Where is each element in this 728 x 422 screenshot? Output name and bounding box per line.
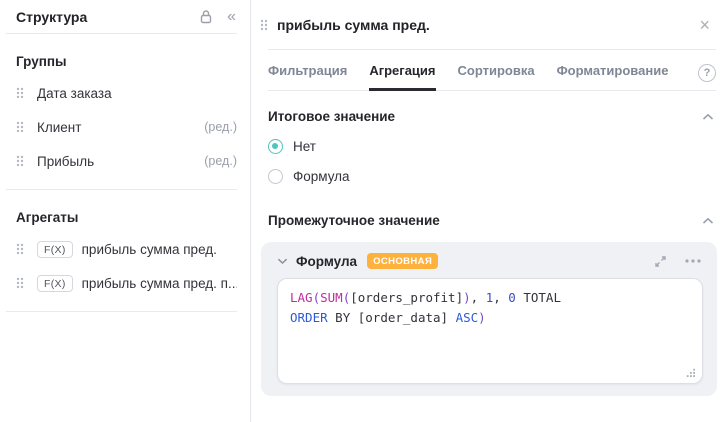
edited-mark: (ред.) (204, 120, 237, 134)
group-item-order-date[interactable]: Дата заказа (0, 81, 250, 105)
drag-handle-icon[interactable] (16, 243, 24, 255)
tab-aggregation[interactable]: Агрегация (369, 63, 435, 90)
group-item-profit[interactable]: Прибыль (ред.) (0, 149, 250, 173)
settings-tabs: Фильтрация Агрегация Сортировка Форматир… (251, 50, 728, 90)
chevron-up-icon[interactable] (700, 111, 716, 123)
formula-fx-badge: F(X) (37, 275, 73, 292)
group-item-label: Дата заказа (37, 86, 237, 101)
radio-option-none[interactable]: Нет (268, 139, 716, 154)
tab-formatting[interactable]: Форматирование (557, 63, 669, 90)
panel-body: Итоговое значение Нет Формула Промежуточ… (251, 109, 728, 396)
tabs-divider (268, 90, 716, 91)
structure-sidebar: Структура « Группы Дата заказа Клиент (р… (0, 0, 251, 422)
sidebar-header: Структура « (0, 0, 250, 33)
aggregate-item-label: прибыль сумма пред. (82, 242, 237, 257)
edited-mark: (ред.) (204, 154, 237, 168)
close-icon[interactable]: × (695, 14, 714, 36)
aggregate-item-2[interactable]: F(X) прибыль сумма пред. п... (0, 271, 250, 295)
more-options-icon[interactable] (685, 259, 701, 263)
groups-heading: Группы (0, 34, 250, 71)
intermediate-value-section-header: Промежуточное значение (268, 213, 716, 228)
drag-handle-icon[interactable] (16, 121, 24, 133)
formula-editor[interactable]: LAG(SUM([orders_profit]), 1, 0 TOTALORDE… (277, 278, 703, 384)
formula-fx-badge: F(X) (37, 241, 73, 258)
drag-handle-icon[interactable] (16, 277, 24, 289)
expand-icon[interactable] (654, 255, 667, 268)
main-badge: ОСНОВНАЯ (367, 253, 438, 269)
collapse-sidebar-icon[interactable]: « (227, 9, 236, 25)
tab-sorting[interactable]: Сортировка (458, 63, 535, 90)
radio-icon[interactable] (268, 169, 283, 184)
radio-option-formula[interactable]: Формула (268, 169, 716, 184)
help-icon[interactable]: ? (698, 64, 716, 82)
aggregate-item-label: прибыль сумма пред. п... (82, 276, 237, 291)
total-value-section-header: Итоговое значение (268, 109, 716, 124)
group-item-label: Клиент (37, 120, 204, 135)
group-item-client[interactable]: Клиент (ред.) (0, 115, 250, 139)
group-item-label: Прибыль (37, 154, 204, 169)
radio-label: Нет (293, 139, 316, 154)
field-settings-panel: прибыль сумма пред. × Фильтрация Агрегац… (251, 0, 728, 422)
panel-header: прибыль сумма пред. × (251, 0, 728, 49)
aggregates-heading: Агрегаты (0, 190, 250, 227)
aggregate-item-1[interactable]: F(X) прибыль сумма пред. (0, 237, 250, 261)
drag-handle-icon[interactable] (260, 19, 268, 31)
formula-code: LAG(SUM([orders_profit]), 1, 0 TOTALORDE… (290, 288, 690, 328)
formula-card: Формула ОСНОВНАЯ LAG(SUM([orders_profit (261, 242, 717, 396)
radio-icon[interactable] (268, 139, 283, 154)
intermediate-value-heading: Промежуточное значение (268, 213, 700, 228)
drag-handle-icon[interactable] (16, 87, 24, 99)
tab-filtering[interactable]: Фильтрация (268, 63, 347, 90)
drag-handle-icon[interactable] (16, 155, 24, 167)
resize-grip-icon[interactable] (686, 368, 696, 378)
formula-card-title: Формула (296, 254, 357, 269)
chevron-up-icon[interactable] (700, 215, 716, 227)
panel-title: прибыль сумма пред. (277, 17, 695, 33)
total-value-heading: Итоговое значение (268, 109, 700, 124)
chevron-down-icon[interactable] (277, 257, 288, 265)
aggregates-divider (6, 311, 237, 312)
formula-card-header: Формула ОСНОВНАЯ (261, 242, 717, 276)
radio-label: Формула (293, 169, 350, 184)
sidebar-title: Структура (16, 9, 185, 25)
lock-icon[interactable] (199, 9, 213, 24)
